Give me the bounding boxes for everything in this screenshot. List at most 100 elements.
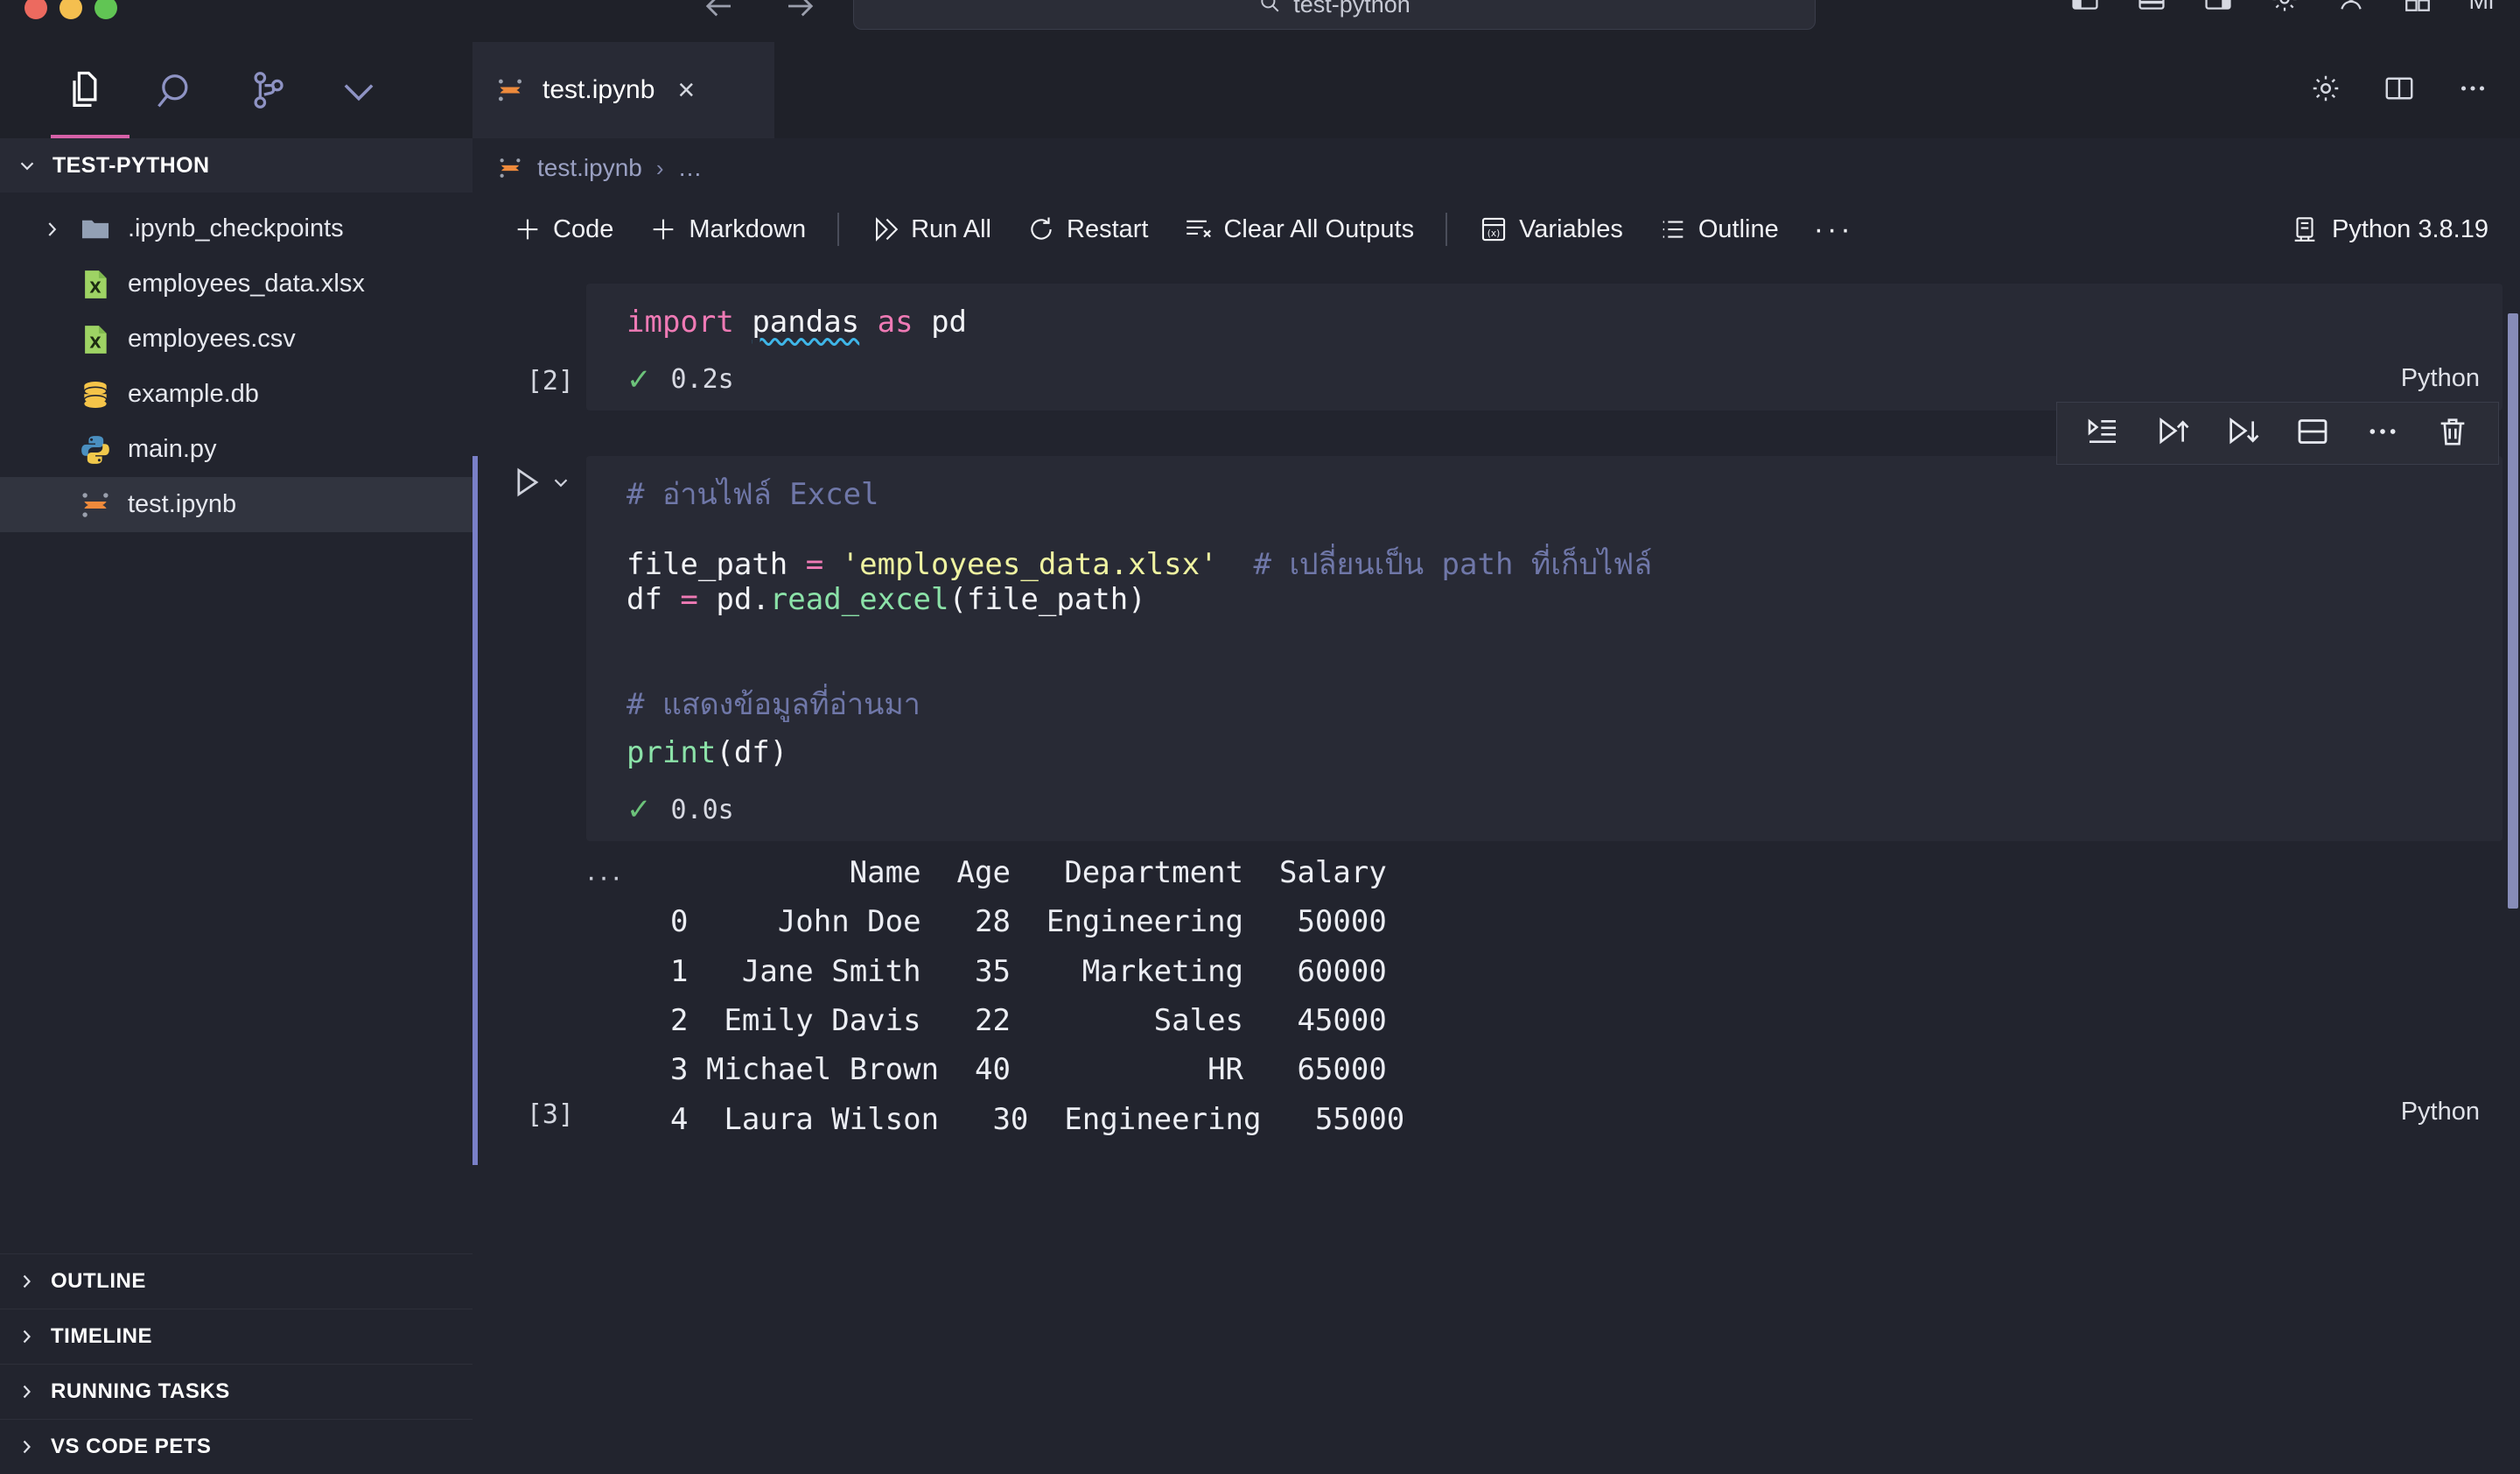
list-item[interactable]: example.db	[0, 367, 472, 422]
sidebar-item-more-views[interactable]	[336, 67, 382, 113]
kernel-selector[interactable]: Python 3.8.19	[2290, 214, 2520, 244]
execution-count: [2]	[526, 366, 574, 397]
sidebar-panel-timeline[interactable]: TIMELINE	[0, 1309, 472, 1364]
breadcrumb-separator: ›	[655, 154, 664, 181]
jupyter-icon	[495, 75, 525, 105]
breadcrumb-file[interactable]: test.ipynb	[537, 154, 642, 182]
vertical-scrollbar[interactable]	[2504, 261, 2520, 1474]
more-actions-icon: ···	[1813, 212, 1854, 246]
split-editor-icon[interactable]	[2384, 73, 2415, 109]
sidebar-item-source-control[interactable]	[245, 67, 290, 113]
back-arrow-icon[interactable]	[700, 0, 737, 29]
layout-sidebar-left-icon[interactable]	[2070, 0, 2100, 18]
breadcrumb-more[interactable]: …	[678, 154, 703, 182]
explorer-section-header[interactable]: TEST-PYTHON	[0, 138, 472, 193]
code-line: file_path = 'employees_data.xlsx' # เปลี…	[626, 547, 1653, 583]
cell-hover-toolbar[interactable]	[2056, 402, 2499, 466]
breadcrumb[interactable]: test.ipynb › …	[472, 138, 2520, 198]
titlebar-user-label: Mi	[2468, 0, 2495, 14]
sidebar-panel-running-tasks[interactable]: RUNNING TASKS	[0, 1364, 472, 1419]
gear-icon[interactable]	[2270, 0, 2300, 18]
add-code-cell-button[interactable]: Code	[495, 214, 631, 244]
sidebar: TEST-PYTHON .ipynb_checkpoints X employe…	[0, 42, 472, 1474]
svg-text:X: X	[89, 279, 102, 297]
code-editor[interactable]: # อ่านไฟล์ Excel file_path = 'employees_…	[586, 456, 2502, 1126]
title-bar: test-python Mi	[0, 0, 2520, 42]
panel-label: TIMELINE	[51, 1324, 152, 1348]
chevron-right-icon	[16, 1436, 37, 1457]
chevron-right-icon	[16, 1326, 37, 1347]
outline-label: Outline	[1698, 214, 1779, 243]
chevron-right-icon	[16, 1271, 37, 1292]
run-cell-button[interactable]	[508, 463, 572, 502]
variables-button[interactable]: (x) Variables	[1461, 214, 1641, 244]
file-tree: .ipynb_checkpoints X employees_data.xlsx…	[0, 193, 472, 532]
sidebar-item-search[interactable]	[154, 67, 200, 113]
maximize-window-button[interactable]	[94, 0, 117, 19]
toolbar-more-button[interactable]: ···	[1796, 213, 1872, 247]
scrollbar-thumb[interactable]	[2508, 313, 2518, 909]
run-above-icon[interactable]	[2155, 414, 2190, 453]
close-icon[interactable]: ×	[677, 75, 695, 105]
panel-label: VS CODE PETS	[51, 1435, 212, 1458]
list-item[interactable]: X employees.csv	[0, 312, 472, 367]
account-icon[interactable]	[2336, 0, 2366, 18]
code-editor[interactable]: import pandas as pd ✓ 0.2s Python	[586, 284, 2502, 411]
delete-cell-icon[interactable]	[2435, 414, 2470, 453]
sidebar-panel-outline[interactable]: OUTLINE	[0, 1253, 472, 1309]
run-all-label: Run All	[911, 214, 991, 243]
more-actions-icon[interactable]	[2365, 414, 2400, 453]
notebook-cell: [2] import pandas as pd ✓ 0.2s Python	[472, 261, 2520, 411]
chevron-down-icon[interactable]	[550, 471, 572, 494]
kernel-label: Python 3.8.19	[2332, 214, 2488, 243]
folder-icon	[79, 213, 112, 246]
add-markdown-cell-button[interactable]: Markdown	[631, 214, 823, 244]
table-row: 0 John Doe 28 Engineering 50000	[670, 904, 1387, 940]
extensions-icon[interactable]	[2403, 0, 2432, 18]
titlebar-actions[interactable]: Mi	[2070, 0, 2495, 18]
restart-kernel-button[interactable]: Restart	[1009, 214, 1166, 244]
forward-arrow-icon[interactable]	[782, 0, 819, 29]
cell-gutter: [2]	[472, 284, 586, 411]
list-item[interactable]: .ipynb_checkpoints	[0, 201, 472, 256]
layout-panel-icon[interactable]	[2137, 0, 2166, 18]
run-below-icon[interactable]	[2225, 414, 2260, 453]
comment-text: # เปลี่ยนเป็น path ที่เก็บไฟล์	[1253, 547, 1653, 583]
clear-all-outputs-label: Clear All Outputs	[1223, 214, 1415, 243]
run-all-button[interactable]: Run All	[853, 214, 1009, 244]
more-actions-icon[interactable]	[2457, 73, 2488, 109]
layout-sidebar-right-icon[interactable]	[2203, 0, 2233, 18]
excel-icon: X	[79, 323, 112, 356]
notebook-toolbar: Code Markdown Run All Restart Clear All …	[472, 198, 2520, 261]
cell-language[interactable]: Python	[2401, 364, 2480, 393]
output-header-row: Name Age Department Salary	[670, 854, 1387, 890]
close-window-button[interactable]	[24, 0, 47, 19]
divider	[837, 213, 840, 246]
quick-open-input[interactable]: test-python	[853, 0, 1816, 30]
outline-button[interactable]: Outline	[1641, 214, 1796, 244]
cell-language[interactable]: Python	[2401, 1098, 2480, 1127]
code-lines: import pandas as pd	[586, 284, 2502, 355]
split-cell-icon[interactable]	[2295, 414, 2330, 453]
active-view-indicator	[51, 135, 130, 138]
minimize-window-button[interactable]	[60, 0, 82, 19]
output-more-icon[interactable]: ···	[586, 848, 639, 1145]
editor-actions[interactable]	[2310, 42, 2488, 138]
list-item[interactable]: X employees_data.xlsx	[0, 256, 472, 312]
navigation-arrows[interactable]	[700, 0, 819, 29]
list-item[interactable]: main.py	[0, 422, 472, 477]
clear-all-outputs-button[interactable]: Clear All Outputs	[1166, 214, 1432, 244]
execution-count: [3]	[526, 1099, 574, 1131]
run-by-line-icon[interactable]	[2085, 414, 2120, 453]
gear-icon[interactable]	[2310, 73, 2342, 109]
sidebar-item-explorer[interactable]	[63, 67, 108, 113]
chevron-right-icon[interactable]	[40, 218, 63, 241]
table-row: 3 Michael Brown 40 HR 65000	[670, 1052, 1387, 1088]
play-icon[interactable]	[508, 463, 546, 502]
list-item[interactable]: test.ipynb	[0, 477, 472, 532]
add-markdown-cell-label: Markdown	[689, 214, 807, 243]
tab-test-ipynb[interactable]: test.ipynb ×	[472, 42, 774, 138]
file-name: employees_data.xlsx	[128, 270, 365, 298]
sidebar-panel-vs-code-pets[interactable]: VS CODE PETS	[0, 1419, 472, 1474]
window-controls[interactable]	[24, 0, 117, 19]
